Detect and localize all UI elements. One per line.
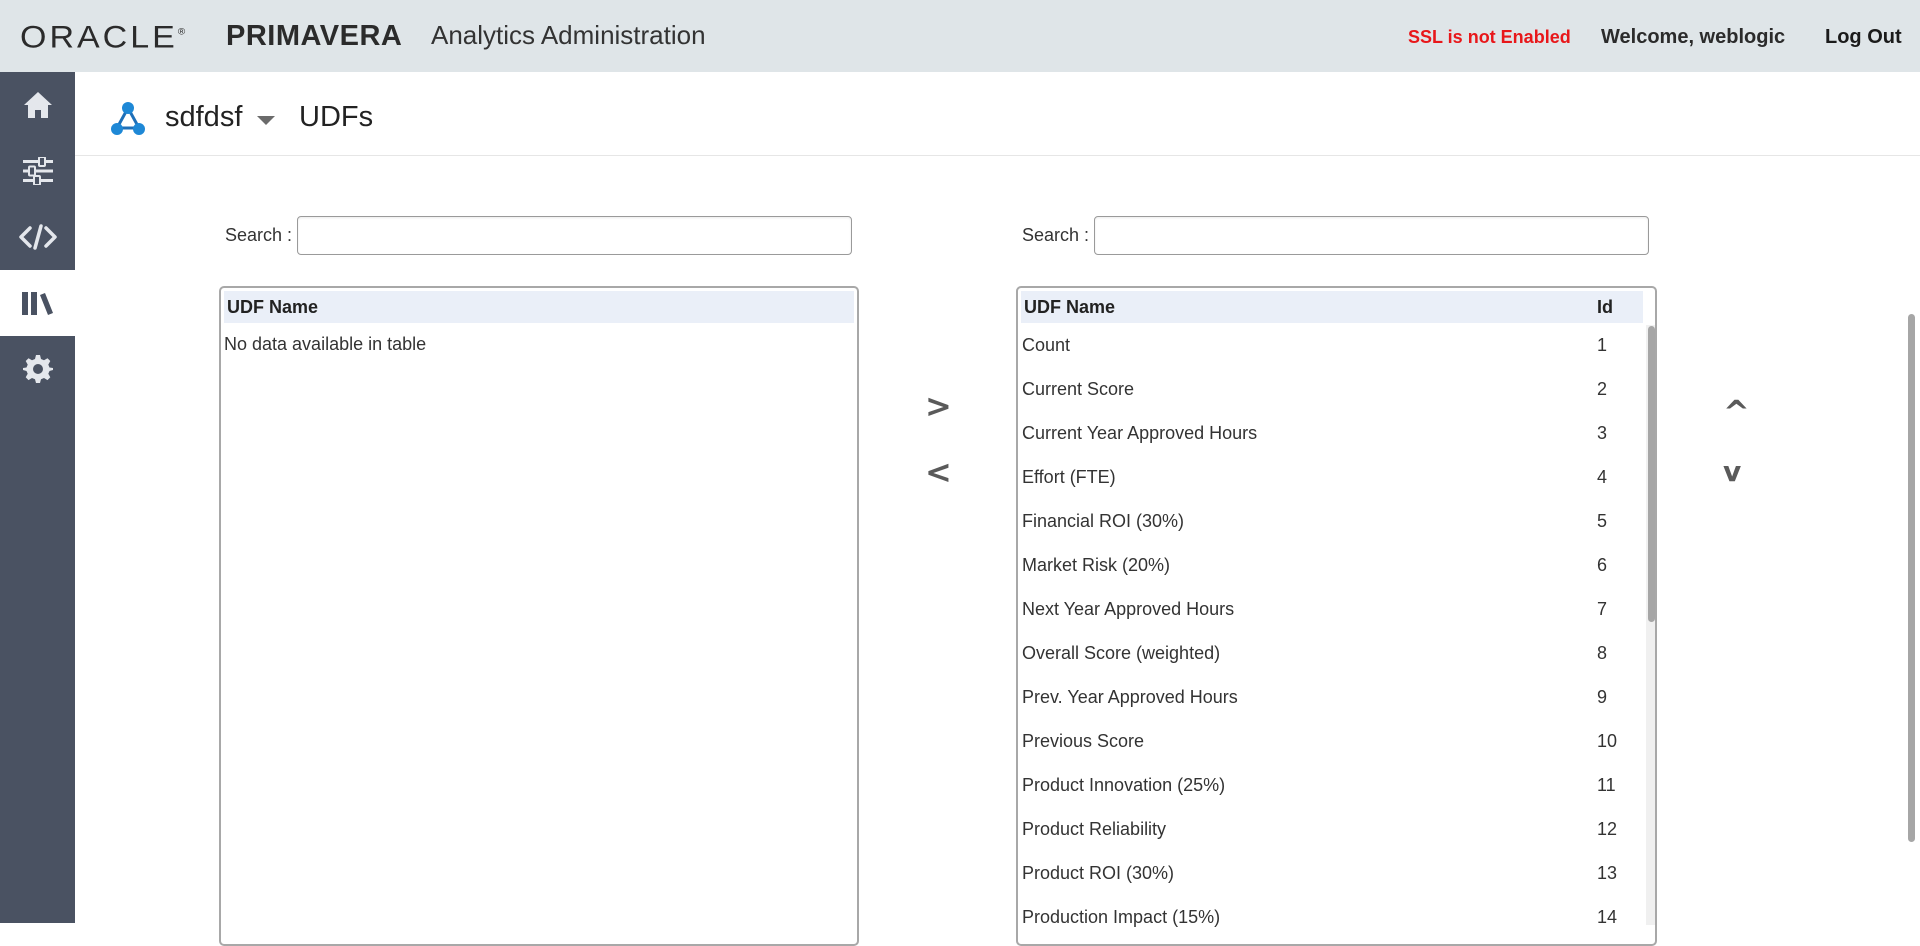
udf-id-cell: 6 <box>1597 555 1608 575</box>
table-header: UDF Name <box>224 291 854 323</box>
udf-id-cell: 11 <box>1597 775 1616 795</box>
udf-id-cell: 12 <box>1597 819 1618 839</box>
empty-table-message: No data available in table <box>224 334 427 354</box>
udf-id-cell: 3 <box>1597 423 1608 443</box>
sliders-icon <box>22 157 53 185</box>
move-left-button[interactable]: < <box>925 456 952 488</box>
udf-id-cell: 13 <box>1597 863 1618 883</box>
right-search-input[interactable] <box>1094 216 1649 255</box>
udf-id-cell: 5 <box>1597 511 1608 531</box>
sidebar-item-settings-sliders[interactable] <box>0 138 75 204</box>
column-header-id[interactable]: Id <box>1597 297 1613 318</box>
oracle-logo: ORACLE® <box>20 19 186 55</box>
table-row[interactable]: Market Risk (20%) 6 <box>1021 545 1643 589</box>
table-row[interactable]: Production Impact (15%) 14 <box>1021 897 1643 941</box>
udf-id-cell: 1 <box>1597 335 1608 355</box>
page-title: UDFs <box>299 101 374 133</box>
udf-name-cell: Market Risk (20%) <box>1022 555 1171 575</box>
table-row[interactable]: Current Score 2 <box>1021 369 1643 413</box>
udf-name-cell: Count <box>1022 335 1071 355</box>
network-icon <box>111 102 145 135</box>
table-row[interactable]: Overall Score (weighted) 8 <box>1021 633 1643 677</box>
logout-link[interactable]: Log Out <box>1825 26 1902 49</box>
udf-id-cell: 14 <box>1597 907 1618 927</box>
available-udfs-table: UDF Name No data available in table <box>219 286 859 946</box>
gear-icon <box>22 355 53 383</box>
udf-name-cell: Effort (FTE) <box>1022 467 1116 487</box>
page-header: sdfdsf UDFs <box>75 72 1920 156</box>
udf-name-cell: Prev. Year Approved Hours <box>1022 687 1238 707</box>
table-row[interactable]: Count 1 <box>1021 325 1643 369</box>
move-up-button[interactable]: ^ <box>1723 396 1750 428</box>
project-name: sdfdsf <box>165 101 243 133</box>
table-row[interactable]: Effort (FTE) 4 <box>1021 457 1643 501</box>
move-right-button[interactable]: > <box>925 390 952 422</box>
udf-id-cell: 7 <box>1597 599 1608 619</box>
table-row[interactable]: Product Innovation (25%) 11 <box>1021 765 1643 809</box>
table-row[interactable]: Next Year Approved Hours 7 <box>1021 589 1643 633</box>
home-icon <box>23 92 52 118</box>
table-row[interactable]: Product Reliability 12 <box>1021 809 1643 853</box>
ssl-status-warning: SSL is not Enabled <box>1408 27 1571 47</box>
udf-id-cell: 10 <box>1597 731 1618 751</box>
left-search-label: Search : <box>225 225 293 245</box>
udf-name-cell: Production Impact (15%) <box>1022 907 1221 927</box>
udf-name-cell: Current Score <box>1022 379 1135 399</box>
app-title: Analytics Administration <box>431 20 706 50</box>
welcome-user: Welcome, weblogic <box>1601 26 1786 48</box>
table-scrollbar-thumb[interactable] <box>1648 326 1655 622</box>
udf-name-cell: Product Reliability <box>1022 819 1167 839</box>
udf-id-cell: 8 <box>1597 643 1608 663</box>
sidebar-item-library[interactable] <box>0 270 75 336</box>
move-down-button[interactable]: v <box>1723 456 1741 488</box>
udf-id-cell: 4 <box>1597 467 1608 487</box>
udf-name-cell: Current Year Approved Hours <box>1022 423 1258 443</box>
code-icon <box>18 224 57 250</box>
top-header: ORACLE® PRIMAVERA Analytics Administrati… <box>0 0 1920 72</box>
sidebar-item-code[interactable] <box>0 204 75 270</box>
sidebar-item-home[interactable] <box>0 72 75 138</box>
selected-udfs-table: UDF Name Id Count 1 Current Score 2 Current … <box>1016 286 1657 946</box>
udf-name-cell: Next Year Approved Hours <box>1022 599 1235 619</box>
library-icon <box>21 292 53 315</box>
udf-id-cell: 2 <box>1597 379 1608 399</box>
table-row[interactable]: Previous Score 10 <box>1021 721 1643 765</box>
udf-name-cell: Overall Score (weighted) <box>1022 643 1221 663</box>
sidebar-item-gear[interactable] <box>0 336 75 402</box>
table-row[interactable]: Current Year Approved Hours 3 <box>1021 413 1643 457</box>
udf-name-cell: Product ROI (30%) <box>1022 863 1175 883</box>
udf-id-cell: 9 <box>1597 687 1608 707</box>
column-header-udf-name[interactable]: UDF Name <box>227 297 318 318</box>
table-header: UDF Name Id <box>1021 291 1643 323</box>
table-row[interactable]: Product ROI (30%) 13 <box>1021 853 1643 897</box>
udf-name-cell: Financial ROI (30%) <box>1022 511 1185 531</box>
sidebar <box>0 72 75 923</box>
udf-name-cell: Previous Score <box>1022 731 1145 751</box>
udf-name-cell: Product Innovation (25%) <box>1022 775 1226 795</box>
right-search-label: Search : <box>1022 225 1090 245</box>
left-search-input[interactable] <box>297 216 852 255</box>
primavera-logo: PRIMAVERA <box>226 20 403 52</box>
column-header-udf-name[interactable]: UDF Name <box>1024 297 1115 318</box>
table-row[interactable]: Financial ROI (30%) 5 <box>1021 501 1643 545</box>
project-dropdown-caret-icon[interactable] <box>257 116 275 125</box>
table-row[interactable]: Prev. Year Approved Hours 9 <box>1021 677 1643 721</box>
page-scrollbar-thumb[interactable] <box>1908 314 1915 842</box>
